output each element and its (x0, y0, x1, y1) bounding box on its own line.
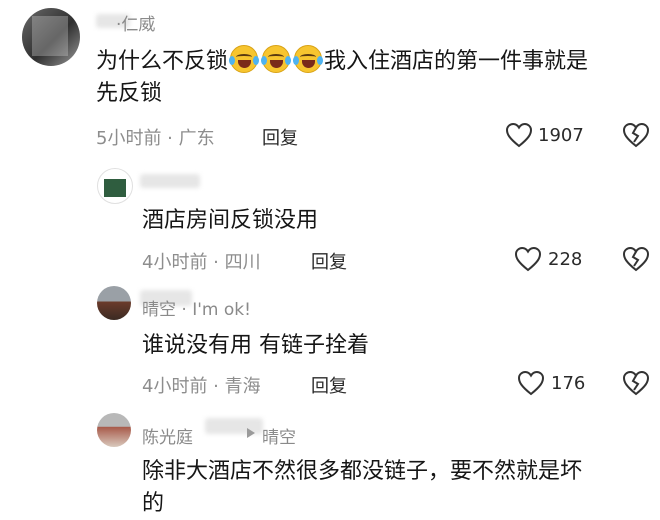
like-count: 228 (548, 249, 583, 270)
rolling-laughing-emoji-icon (261, 45, 292, 73)
reply-to-username[interactable]: 晴空 (262, 423, 296, 448)
dislike-button[interactable] (622, 122, 650, 148)
comment-text: 除非大酒店不然很多都没链子，要不然就是坏 的 (142, 456, 657, 520)
broken-heart-icon (622, 122, 650, 148)
username-blur (140, 174, 200, 188)
like-button[interactable] (514, 246, 542, 272)
avatar[interactable] (97, 413, 131, 447)
triangle-right-icon (246, 427, 256, 439)
avatar[interactable] (97, 286, 131, 320)
like-button[interactable] (517, 370, 545, 396)
comment-username[interactable]: ·仁威 (116, 10, 155, 35)
like-count: 1907 (538, 125, 584, 146)
comment-text: 酒店房间反锁没用 (142, 208, 319, 233)
reply-button[interactable]: 回复 (311, 248, 347, 274)
dislike-button[interactable] (622, 370, 650, 396)
comment-text-segment: 的 (142, 491, 165, 516)
comment-text-segment: 我入住酒店的第一件事就是 (324, 49, 589, 74)
like-count: 176 (551, 373, 586, 394)
comment-text-segment: 先反锁 (96, 81, 163, 106)
heart-outline-icon (505, 122, 533, 148)
reply-button[interactable]: 回复 (262, 124, 298, 150)
rolling-laughing-emoji-icon (293, 45, 324, 73)
comment-text: 为什么不反锁 我入住酒店的第一件事就是 先反锁 (96, 45, 656, 110)
avatar[interactable] (22, 8, 80, 66)
dislike-button[interactable] (622, 246, 650, 272)
broken-heart-icon (622, 370, 650, 396)
avatar[interactable] (97, 168, 133, 204)
comment-meta: 4小时前 · 青海 (142, 376, 261, 397)
comment-meta: 4小时前 · 四川 (142, 252, 261, 273)
reply-button[interactable]: 回复 (311, 372, 347, 398)
rolling-laughing-emoji-icon (229, 45, 260, 73)
broken-heart-icon (622, 246, 650, 272)
comment-text-segment: 除非大酒店不然很多都没链子，要不然就是坏 (142, 459, 583, 484)
comment-meta: 5小时前 · 广东 (96, 128, 215, 149)
comment-text: 谁说没有用 有链子拴着 (142, 333, 369, 358)
heart-outline-icon (514, 246, 542, 272)
like-button[interactable] (505, 122, 533, 148)
comment-username[interactable]: 陈光庭 (142, 423, 193, 448)
comment-text-segment: 为什么不反锁 (96, 49, 229, 74)
heart-outline-icon (517, 370, 545, 396)
comment-username[interactable]: 晴空 · I'm ok! (142, 295, 251, 320)
